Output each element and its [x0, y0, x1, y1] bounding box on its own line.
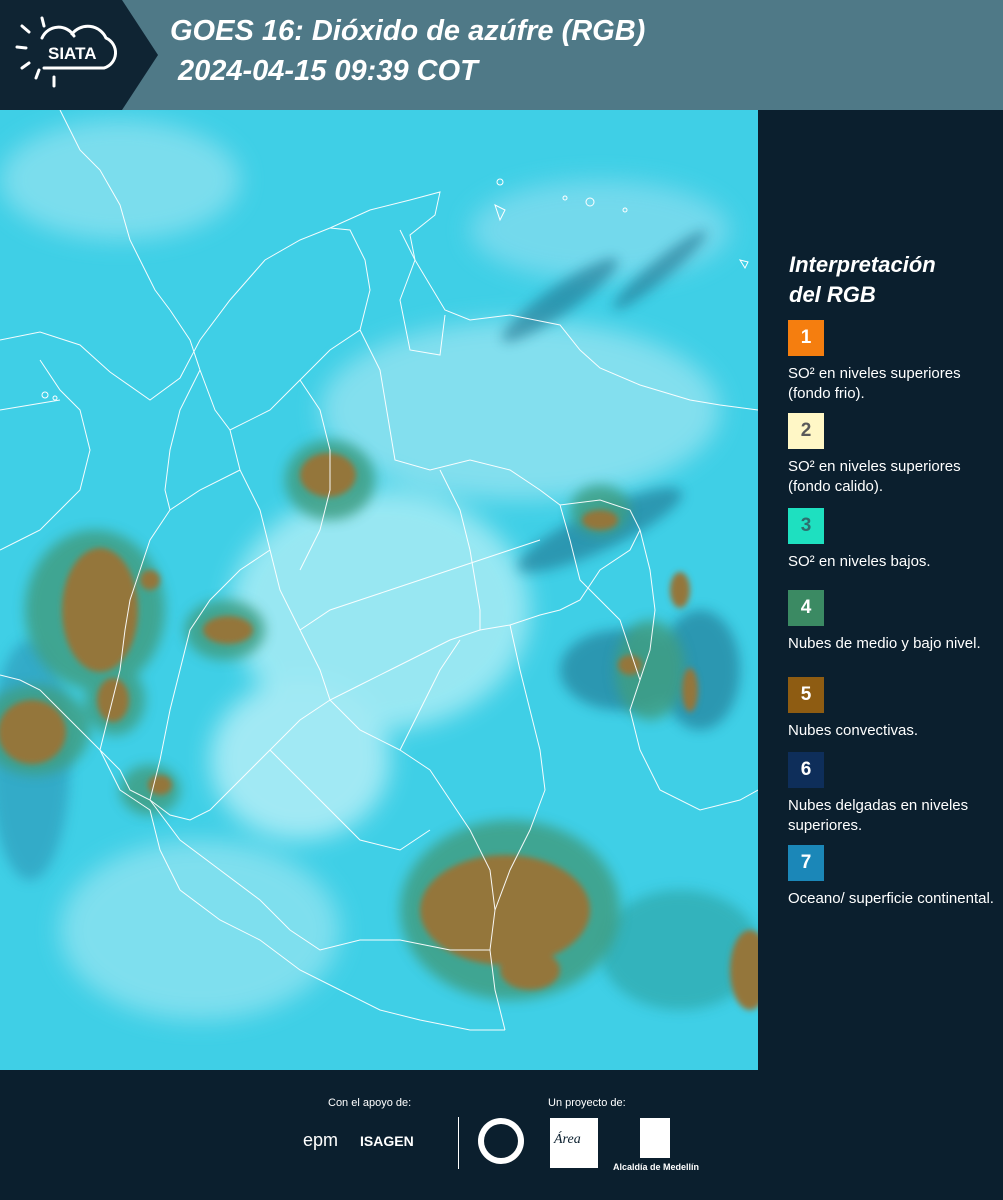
legend-item: 4 Nubes de medio y bajo nivel.	[788, 590, 998, 654]
logo-text: SIATA	[48, 44, 97, 63]
isagen-logo: ISAGEN	[360, 1133, 414, 1149]
legend-swatch: 3	[788, 508, 824, 544]
footer-divider	[458, 1117, 459, 1169]
legend-label: SO² en niveles superiores (fondo frio).	[788, 365, 961, 402]
epm-logo: epm	[303, 1130, 339, 1150]
legend-label: Oceano/ superficie continental.	[788, 890, 994, 907]
satellite-image	[0, 110, 758, 1070]
legend-item: 7 Oceano/ superficie continental.	[788, 845, 998, 909]
legend-item: 3 SO² en niveles bajos.	[788, 508, 998, 572]
legend-item: 1 SO² en niveles superiores (fondo frio).	[788, 320, 998, 404]
satellite-map	[0, 110, 758, 1070]
alcaldia-crest-logo	[640, 1118, 670, 1158]
legend-label: Nubes de medio y bajo nivel.	[788, 635, 981, 652]
page-timestamp: 2024-04-15 09:39 COT	[178, 55, 478, 87]
legend-title: Interpretación del RGB	[789, 250, 936, 310]
legend-label: SO² en niveles superiores (fondo calido)…	[788, 458, 961, 495]
area-metropolitana-logo: Área	[550, 1118, 598, 1168]
area-logo-text: Área	[554, 1132, 581, 1147]
support-label: Con el apoyo de:	[328, 1097, 412, 1109]
legend-label: Nubes convectivas.	[788, 722, 919, 739]
legend-swatch: 7	[788, 845, 824, 881]
legend-label: SO² en niveles bajos.	[788, 553, 931, 570]
medellin-seal-logo	[478, 1118, 524, 1164]
header: SIATA GOES 16: Dióxido de azúfre (RGB) 2…	[0, 0, 1003, 110]
legend-item: 2 SO² en niveles superiores (fondo calido…	[788, 413, 998, 497]
legend-item: 6 Nubes delgadas en niveles superiores.	[788, 752, 998, 836]
footer: Con el apoyo de: Un proyecto de: epm ISA…	[0, 1070, 1003, 1200]
page-title: GOES 16: Dióxido de azúfre (RGB)	[170, 15, 646, 47]
legend-swatch: 2	[788, 413, 824, 449]
legend-swatch: 5	[788, 677, 824, 713]
legend-panel: Interpretación del RGB 1 SO² en niveles s…	[760, 110, 1003, 1070]
legend-swatch: 4	[788, 590, 824, 626]
project-label: Un proyecto de:	[548, 1097, 626, 1109]
legend-swatch: 1	[788, 320, 824, 356]
legend-item: 5 Nubes convectivas.	[788, 677, 998, 741]
alcaldia-label: Alcaldía de Medellín	[613, 1162, 700, 1172]
legend-swatch: 6	[788, 752, 824, 788]
siata-logo: SIATA	[0, 0, 158, 110]
legend-label: Nubes delgadas en niveles superiores.	[788, 797, 969, 834]
legend-title-line1: Interpretación	[789, 252, 936, 277]
legend-title-line2: del RGB	[789, 282, 876, 307]
